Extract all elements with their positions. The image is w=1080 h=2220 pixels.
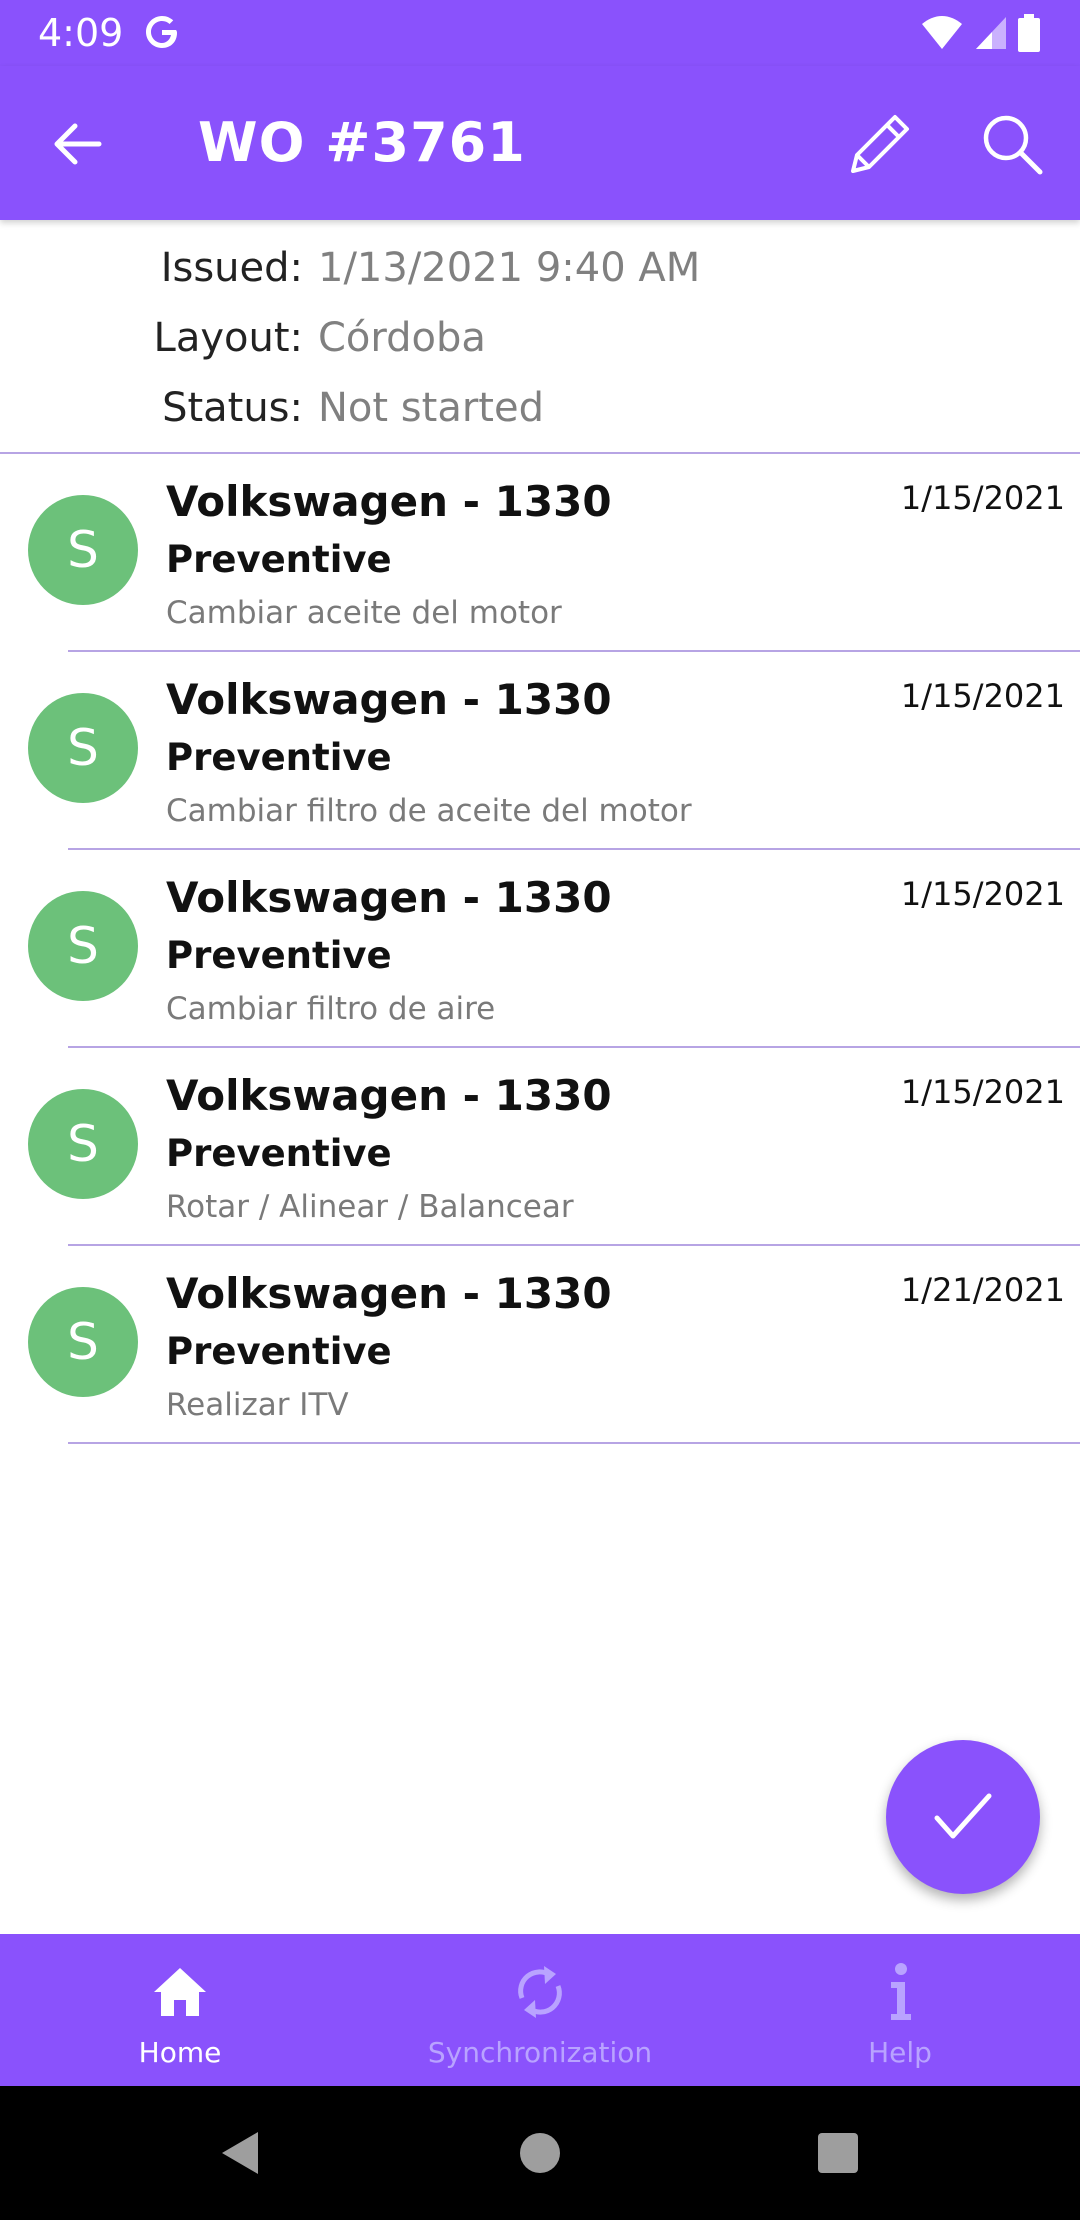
bottom-navigation: Home Synchronization Help — [0, 1934, 1080, 2086]
app-bar: WO #3761 — [0, 66, 1080, 220]
edit-button[interactable] — [840, 104, 920, 184]
home-icon — [0, 1960, 360, 2024]
check-icon — [934, 1793, 992, 1839]
layout-value: Córdoba — [318, 315, 486, 361]
task-description: Cambiar filtro de aire — [166, 991, 496, 1027]
google-icon — [142, 12, 182, 56]
info-icon — [720, 1960, 1080, 2024]
system-home-button[interactable] — [500, 2118, 580, 2188]
complete-fab-button[interactable] — [886, 1740, 1040, 1894]
layout-label: Layout: — [153, 315, 303, 361]
task-description: Realizar ITV — [166, 1387, 349, 1423]
equipment-name: Volkswagen - 1330 — [166, 873, 612, 922]
task-date: 1/15/2021 — [900, 875, 1065, 913]
avatar: S — [28, 1089, 138, 1199]
square-recents-icon — [818, 2133, 858, 2173]
nav-item-home[interactable]: Home — [0, 1934, 360, 2086]
task-date: 1/21/2021 — [900, 1271, 1065, 1309]
issued-value: 1/13/2021 9:40 AM — [318, 245, 701, 291]
task-type: Preventive — [166, 1132, 392, 1175]
page-title: WO #3761 — [198, 111, 526, 174]
nav-label-synchronization: Synchronization — [427, 2036, 653, 2069]
list-divider — [68, 1442, 1080, 1444]
list-item[interactable]: S Volkswagen - 1330 1/15/2021 Preventive… — [0, 454, 1080, 652]
status-row: Status: Not started — [0, 378, 1080, 438]
avatar: S — [28, 891, 138, 1001]
nav-label-home: Home — [138, 2036, 222, 2069]
equipment-name: Volkswagen - 1330 — [166, 1269, 612, 1318]
avatar: S — [28, 1287, 138, 1397]
task-type: Preventive — [166, 538, 392, 581]
status-value: Not started — [318, 385, 544, 431]
layout-row: Layout: Córdoba — [0, 308, 1080, 368]
status-time: 4:09 — [38, 11, 124, 55]
back-arrow-icon — [54, 123, 102, 165]
task-date: 1/15/2021 — [900, 479, 1065, 517]
equipment-name: Volkswagen - 1330 — [166, 1071, 612, 1120]
system-recents-button[interactable] — [798, 2118, 878, 2188]
task-type: Preventive — [166, 736, 392, 779]
system-status-icons — [920, 14, 1040, 52]
system-back-button[interactable] — [200, 2118, 280, 2188]
task-type: Preventive — [166, 1330, 392, 1373]
back-button[interactable] — [40, 114, 116, 174]
pencil-icon — [851, 115, 909, 173]
status-bar: 4:09 — [0, 0, 1080, 66]
list-item[interactable]: S Volkswagen - 1330 1/21/2021 Preventive… — [0, 1246, 1080, 1444]
system-navigation-bar — [0, 2086, 1080, 2220]
triangle-back-icon — [222, 2132, 258, 2174]
nav-label-help: Help — [868, 2036, 932, 2069]
task-type: Preventive — [166, 934, 392, 977]
task-date: 1/15/2021 — [900, 1073, 1065, 1111]
equipment-name: Volkswagen - 1330 — [166, 675, 612, 724]
issued-label: Issued: — [160, 245, 303, 291]
circle-home-icon — [520, 2133, 560, 2173]
equipment-name: Volkswagen - 1330 — [166, 477, 612, 526]
issued-row: Issued: 1/13/2021 9:40 AM — [0, 238, 1080, 298]
list-item[interactable]: S Volkswagen - 1330 1/15/2021 Preventive… — [0, 652, 1080, 850]
sync-icon — [360, 1960, 720, 2024]
signal-icon — [976, 17, 1006, 49]
battery-icon — [1018, 14, 1040, 52]
list-item[interactable]: S Volkswagen - 1330 1/15/2021 Preventive… — [0, 1048, 1080, 1246]
task-description: Rotar / Alinear / Balancear — [166, 1189, 574, 1225]
avatar: S — [28, 693, 138, 803]
search-icon — [983, 115, 1043, 175]
status-label: Status: — [162, 385, 303, 431]
search-button[interactable] — [972, 104, 1052, 184]
nav-item-synchronization[interactable]: Synchronization — [360, 1934, 720, 2086]
task-date: 1/15/2021 — [900, 677, 1065, 715]
list-item[interactable]: S Volkswagen - 1330 1/15/2021 Preventive… — [0, 850, 1080, 1048]
task-description: Cambiar aceite del motor — [166, 595, 562, 631]
nav-item-help[interactable]: Help — [720, 1934, 1080, 2086]
avatar: S — [28, 495, 138, 605]
wifi-icon — [922, 16, 962, 49]
task-description: Cambiar filtro de aceite del motor — [166, 793, 692, 829]
